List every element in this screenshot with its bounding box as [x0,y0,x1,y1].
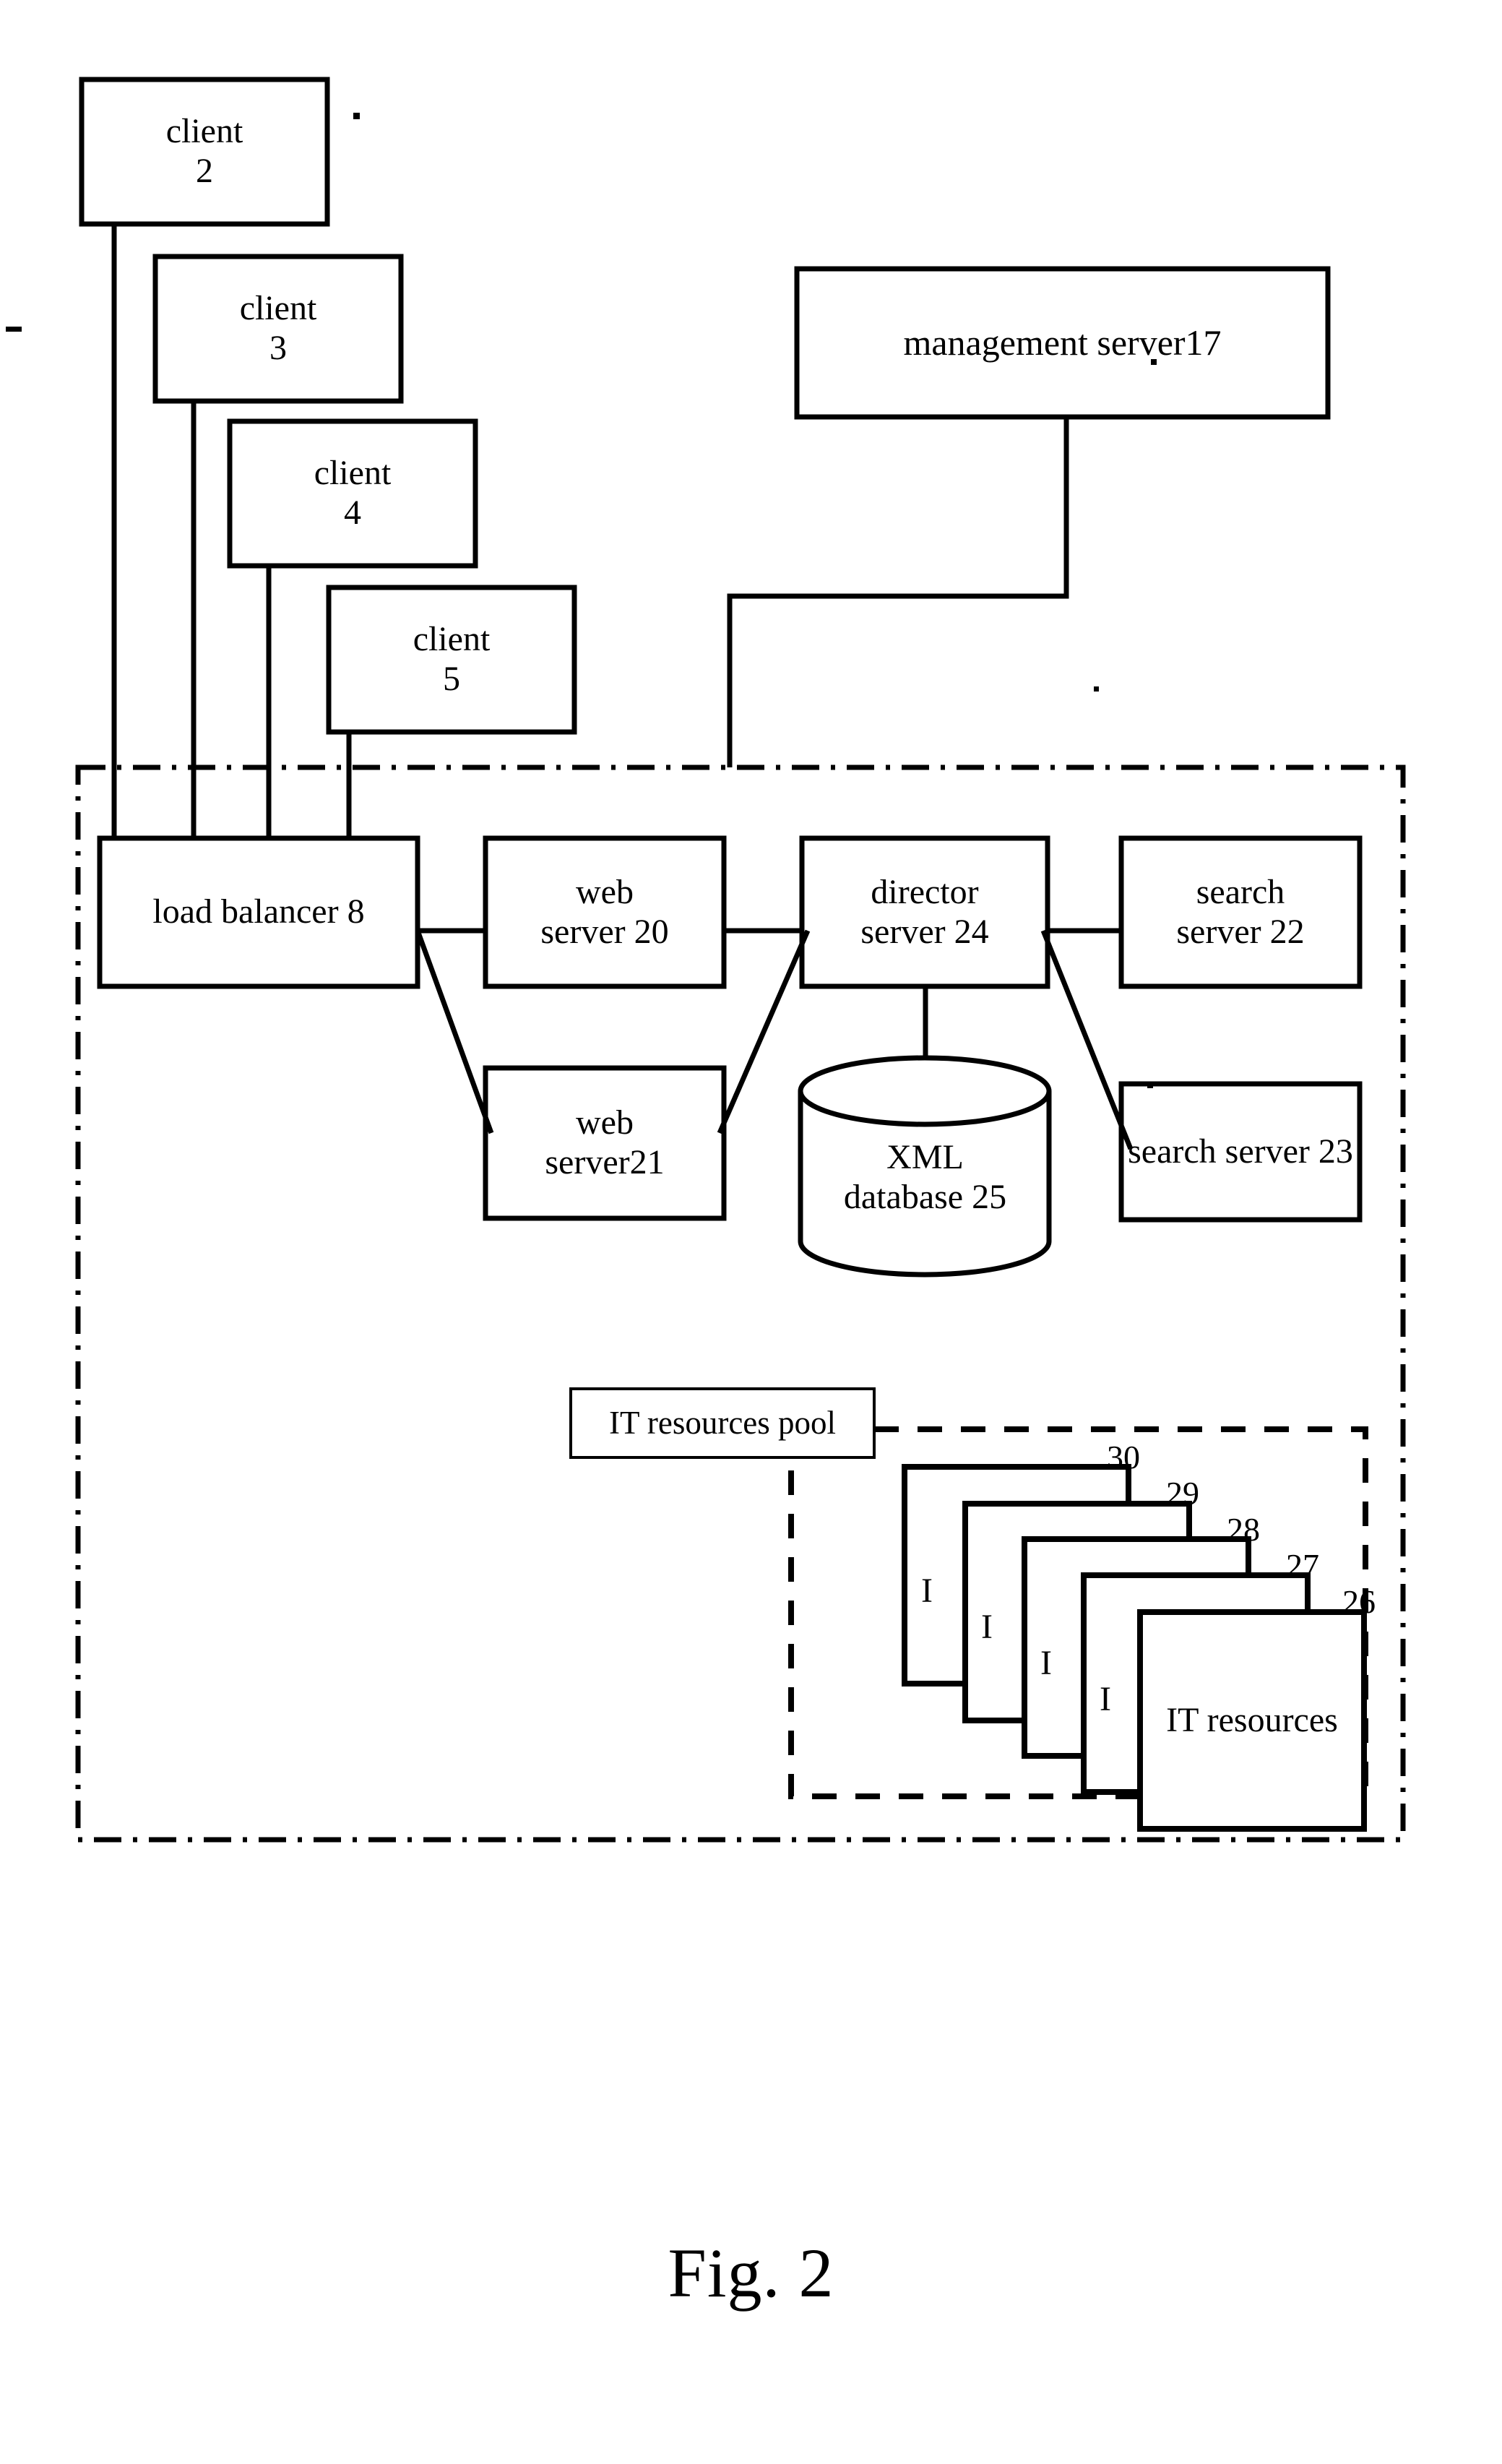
load-balancer-box[interactable] [97,835,420,989]
scan-artifact-right-dot [1147,1082,1153,1088]
client-3-box[interactable] [152,254,404,404]
it-resource-card-26[interactable] [1137,1609,1367,1832]
web-server-20-box[interactable] [483,835,727,989]
connector-director24-searchserver23 [1040,929,1134,1150]
search-server-23-box[interactable] [1118,1081,1363,1223]
web-server-21-box[interactable] [483,1065,727,1221]
scan-artifact-inner-dot [1094,686,1099,692]
scan-artifact-top-dot [353,113,360,119]
it-resources-pool-title-box[interactable] [569,1387,876,1459]
figure-caption: Fig. 2 [0,2233,1502,2313]
scan-artifact-left-dash [6,327,22,332]
management-server-box[interactable] [794,266,1331,420]
connector-management-server-boundary [727,417,1069,767]
connector-webserver21-director24 [717,929,811,1134]
client-5-box[interactable] [326,585,577,735]
director-server-24-box[interactable] [799,835,1050,989]
client-2-box[interactable] [79,77,330,227]
client-4-box[interactable] [227,418,478,569]
diagram-canvas [6,77,1406,1843]
patent-figure: client 2 client 3 client 4 client 5 mana… [0,0,1502,2464]
xml-database-cylinder[interactable] [798,1055,1052,1278]
search-server-22-box[interactable] [1118,835,1363,989]
figure-caption-text: Fig. 2 [668,2234,834,2312]
scan-artifact-mid-dot [1151,359,1157,365]
connector-loadbalancer-webserver21 [415,929,494,1134]
